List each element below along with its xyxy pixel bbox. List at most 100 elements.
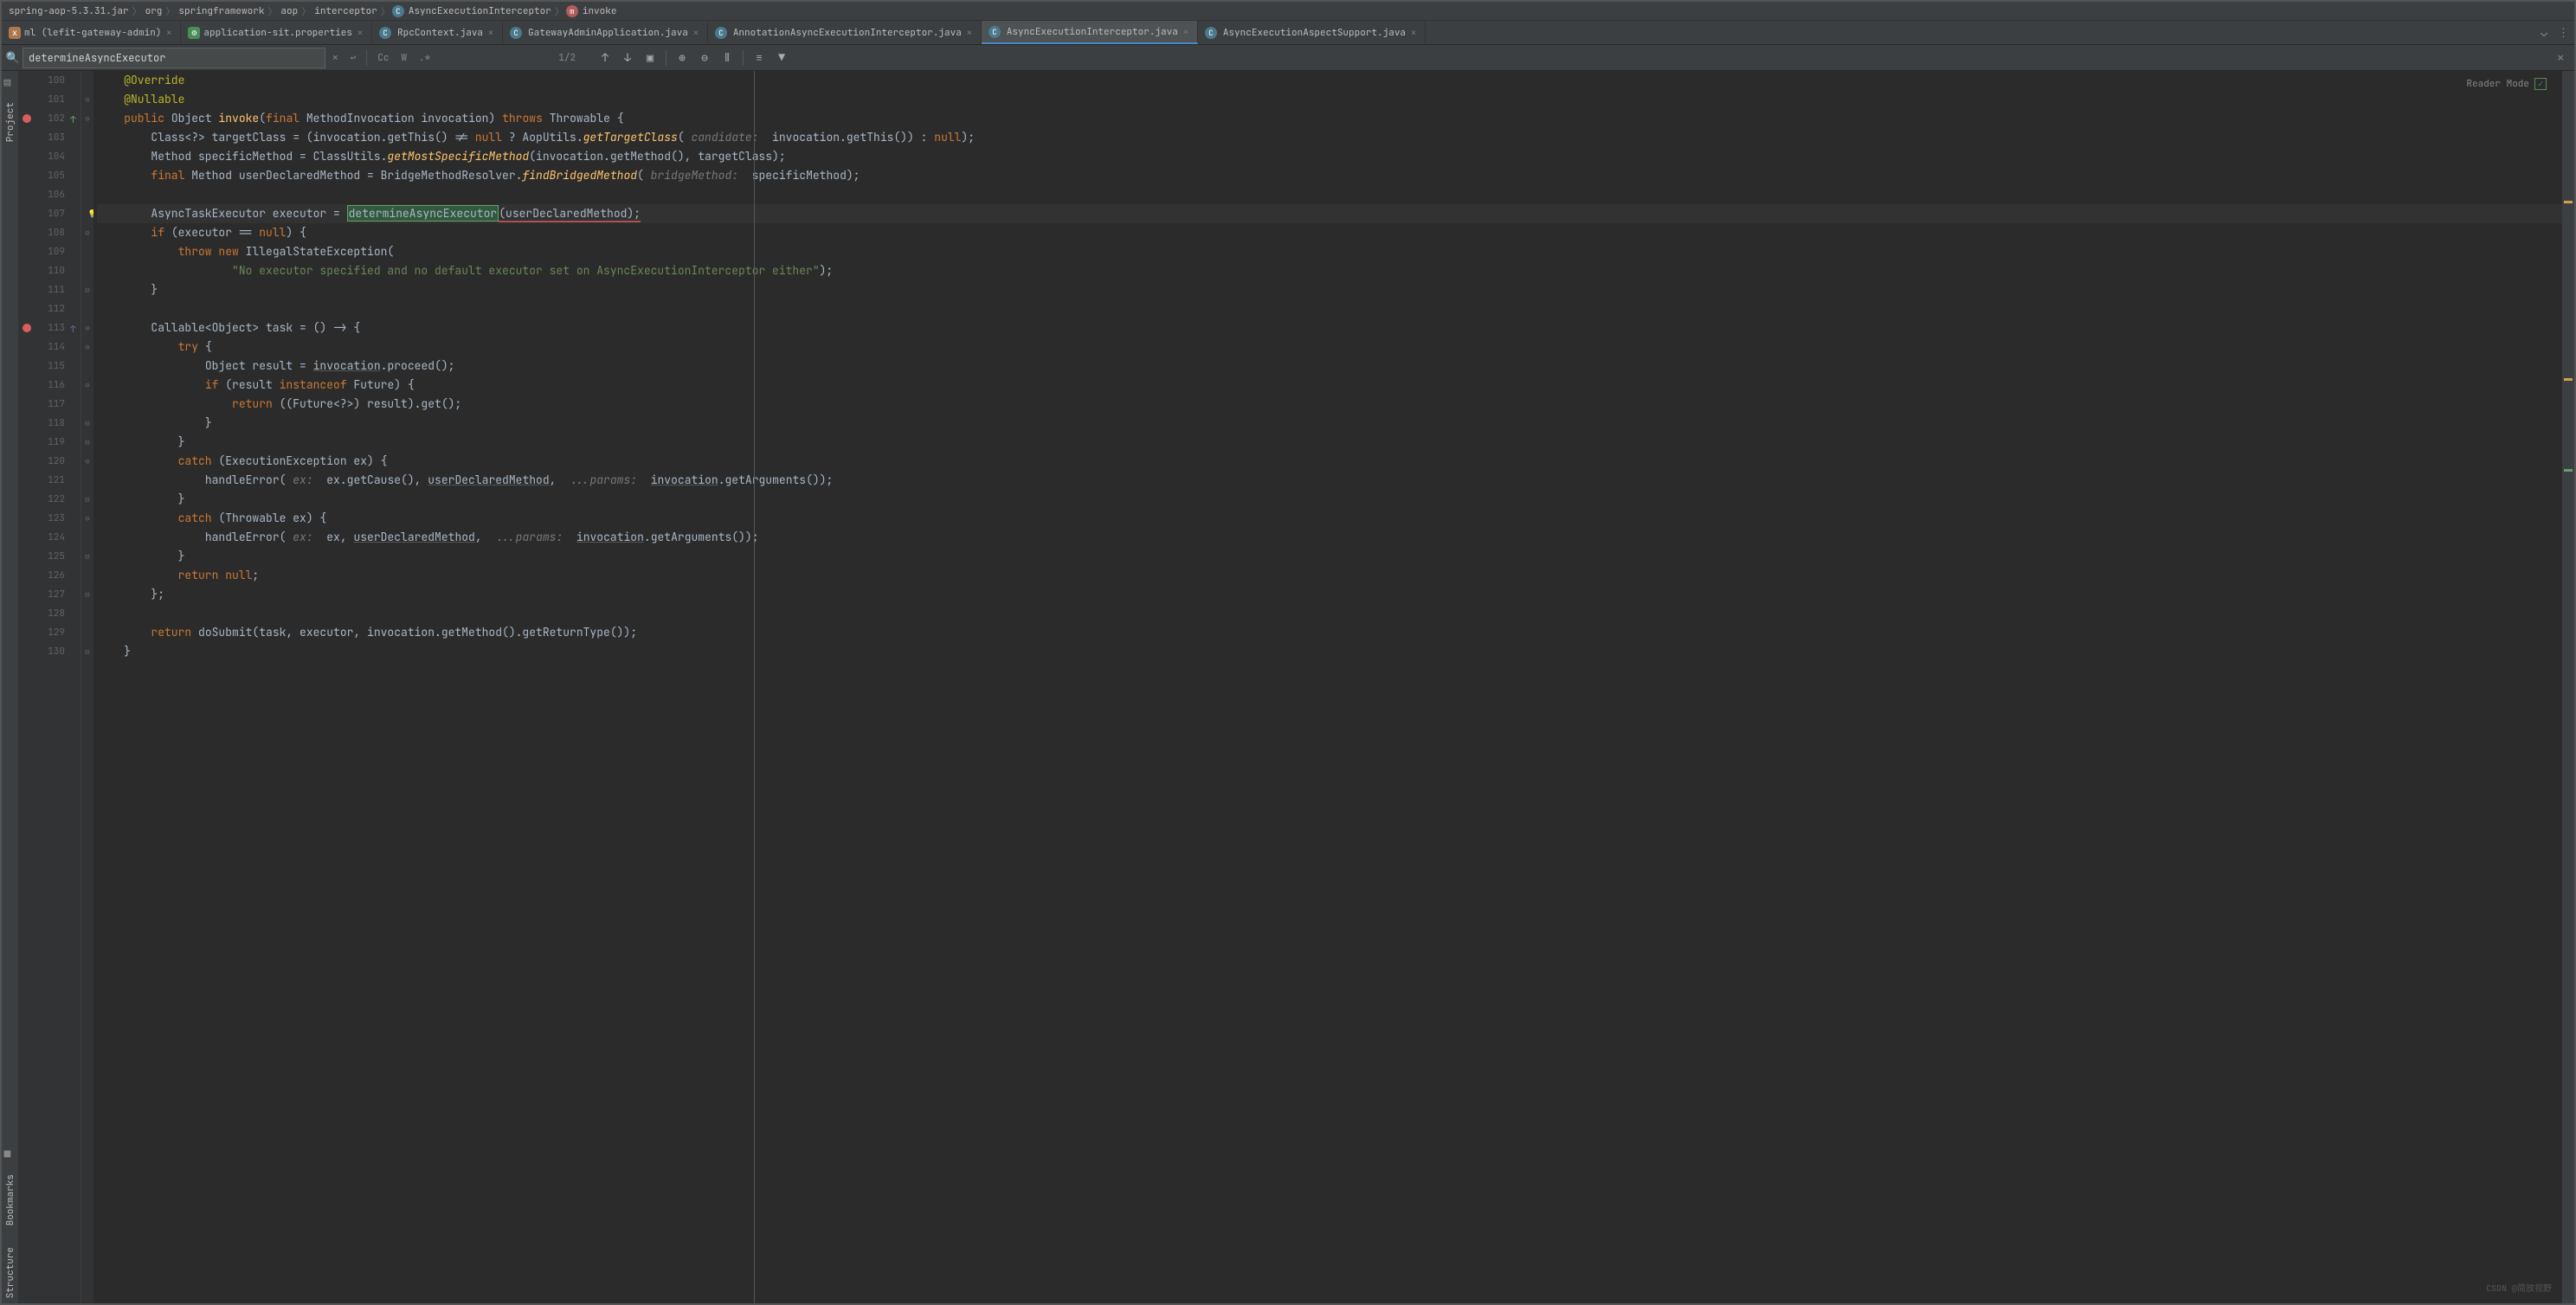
whole-word[interactable]: W (396, 49, 412, 67)
line-number: 110 (48, 265, 65, 277)
tab-aspect[interactable]: CAsyncExecutionAspectSupport.java✕ (1198, 21, 1426, 44)
project-files-icon[interactable]: ▤ (4, 74, 16, 87)
bookmarks-tool[interactable]: Bookmarks (4, 1169, 16, 1231)
line-number: 107 (48, 208, 65, 220)
close-icon[interactable]: ✕ (356, 27, 364, 38)
line-number: 120 (48, 455, 65, 467)
line-number: 112 (48, 303, 65, 315)
line-number: 128 (48, 608, 65, 620)
tab-label: AsyncExecutionInterceptor.java (1007, 26, 1178, 38)
tab-label: application-sit.properties (203, 27, 352, 39)
close-icon[interactable]: ✕ (164, 27, 173, 38)
scroll-marks[interactable] (2562, 71, 2574, 1303)
watermark: CSDN @简放视野 (2486, 1279, 2552, 1298)
reader-mode-toggle[interactable]: Reader Mode ✓ (2466, 74, 2547, 93)
tab-xml[interactable]: xml (lefit-gateway-admin)✕ (2, 21, 181, 44)
line-number: 102 (48, 112, 65, 125)
line-number: 106 (48, 189, 65, 201)
line-number: 129 (48, 627, 65, 639)
line-number: 121 (48, 474, 65, 486)
method-icon: m (566, 5, 578, 17)
tab-label: RpcContext.java (397, 27, 483, 39)
bc-sf[interactable]: springframework (177, 5, 266, 17)
class-icon: C (379, 27, 391, 39)
filter-results[interactable]: ≡ (749, 48, 770, 68)
open-in-window[interactable]: ▣ (640, 48, 660, 68)
next-match[interactable]: ↓ (617, 48, 638, 68)
prev-match[interactable]: ↑ (595, 48, 615, 68)
check-icon: ✓ (2534, 78, 2547, 90)
class-icon: C (715, 27, 727, 39)
search-input[interactable] (23, 48, 325, 68)
tab-gw[interactable]: C GatewayAdminApplication.java ✕ (503, 21, 708, 44)
select-all[interactable]: ⫴ (717, 48, 737, 68)
bc-aop[interactable]: aop (279, 5, 299, 17)
bc-method[interactable]: invoke (581, 5, 619, 17)
line-number: 113 (48, 322, 65, 334)
line-number: 114 (48, 341, 65, 353)
breadcrumb: spring-aop-5.3.31.jar〉 org〉 springframew… (2, 2, 2574, 21)
line-number: 115 (48, 360, 65, 372)
left-tool-strip: ▤ Project ■ Bookmarks Structure (2, 71, 19, 1303)
tab-async[interactable]: C AsyncExecutionInterceptor.java ✕ (982, 21, 1198, 44)
tab-label: ml (lefit-gateway-admin) (24, 27, 161, 39)
regex[interactable]: .* (414, 49, 435, 67)
gutter: 100 101 102↑ 103 104 105 106 107 108 109… (19, 71, 81, 1303)
structure-tool[interactable]: Structure (4, 1242, 16, 1303)
line-number: 100 (48, 74, 65, 87)
add-selection[interactable]: ⊕ (672, 48, 692, 68)
close-icon[interactable]: ✕ (692, 27, 700, 38)
bc-class[interactable]: AsyncExecutionInterceptor (407, 5, 553, 17)
line-number: 109 (48, 246, 65, 258)
search-history[interactable]: ↩ (345, 49, 362, 67)
tab-label: GatewayAdminApplication.java (528, 27, 688, 39)
close-icon[interactable]: ✕ (1182, 26, 1190, 37)
line-number: 130 (48, 646, 65, 658)
close-icon[interactable]: ✕ (486, 27, 495, 38)
find-bar: 🔍 ✕ ↩ Cc W .* 1/2 ↑ ↓ ▣ ⊕ ⊖ ⫴ ≡ ▼ ✕ (2, 45, 2574, 71)
remove-selection[interactable]: ⊖ (694, 48, 715, 68)
reader-mode-label: Reader Mode (2466, 74, 2529, 93)
code-editor[interactable]: Reader Mode✓ @Override @Nullable public … (93, 71, 2562, 1303)
line-number: 103 (48, 132, 65, 144)
breakpoint-icon[interactable] (23, 114, 31, 123)
line-number: 127 (48, 588, 65, 601)
match-count: 1/2 (437, 52, 593, 64)
line-number: 124 (48, 531, 65, 543)
line-number: 125 (48, 550, 65, 562)
class-icon: C (510, 27, 522, 39)
tab-rpc[interactable]: C RpcContext.java✕ (372, 21, 503, 44)
xml-icon: x (9, 27, 21, 39)
filter-icon[interactable]: ▼ (771, 48, 792, 68)
match-case[interactable]: Cc (372, 49, 394, 67)
line-number: 105 (48, 170, 65, 182)
split-divider[interactable] (754, 71, 755, 1303)
search-icon: 🔍 (5, 50, 21, 65)
tabs-menu[interactable]: ⋮ (2553, 21, 2574, 44)
tab-label: AnnotationAsyncExecutionInterceptor.java (733, 27, 962, 39)
line-number: 119 (48, 436, 65, 448)
bc-jar[interactable]: spring-aop-5.3.31.jar (7, 5, 131, 17)
project-tool[interactable]: Project (4, 97, 16, 147)
line-number: 117 (48, 398, 65, 410)
override-icon[interactable]: ↑ (70, 114, 79, 123)
class-icon: C (392, 5, 404, 17)
class-icon: C (989, 26, 1001, 38)
line-number: 111 (48, 284, 65, 296)
bc-int[interactable]: interceptor (312, 5, 379, 17)
bc-org[interactable]: org (144, 5, 164, 17)
class-icon: C (1205, 27, 1217, 39)
close-find[interactable]: ✕ (2550, 50, 2571, 65)
line-number: 116 (48, 379, 65, 391)
clear-search[interactable]: ✕ (327, 49, 344, 67)
line-number: 118 (48, 417, 65, 429)
bookmarks-icon[interactable]: ■ (4, 1147, 16, 1159)
override-icon[interactable]: ↑ (70, 324, 79, 332)
breakpoint-icon[interactable] (23, 324, 31, 332)
tab-ann[interactable]: C AnnotationAsyncExecutionInterceptor.jav… (708, 21, 982, 44)
prop-icon: ⚙ (188, 27, 200, 39)
close-icon[interactable]: ✕ (965, 27, 974, 38)
tab-prop[interactable]: ⚙application-sit.properties ✕ (181, 21, 372, 44)
close-icon[interactable]: ✕ (1409, 27, 1418, 38)
tabs-dropdown[interactable]: ⌄ (2535, 21, 2553, 44)
